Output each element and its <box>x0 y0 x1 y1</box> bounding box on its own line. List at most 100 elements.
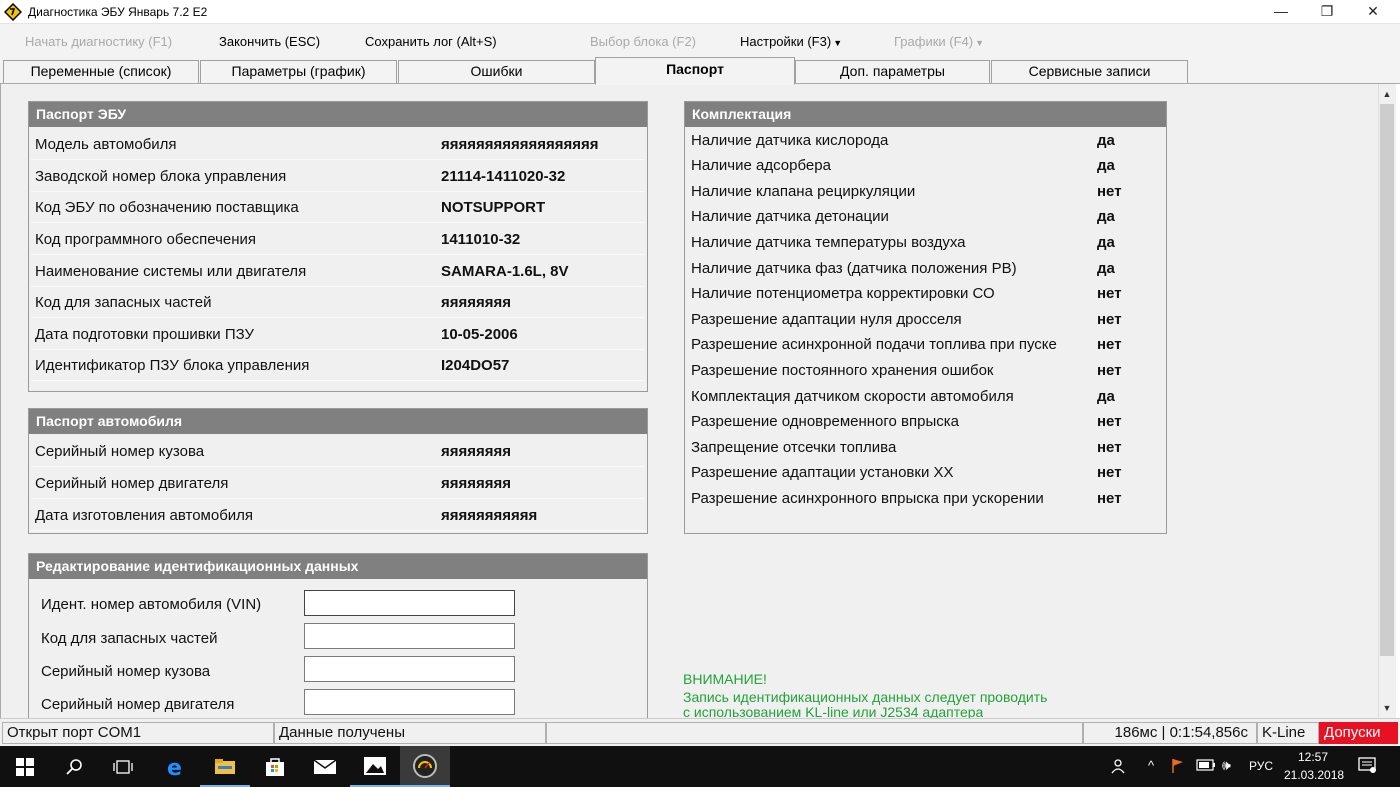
diagnostic-app-icon[interactable] <box>400 746 450 787</box>
close-button[interactable]: ✕ <box>1350 0 1396 24</box>
row-label: Комплектация датчиком скорости автомобил… <box>691 388 1014 405</box>
row-value: да <box>1097 260 1115 277</box>
row-label: Наличие потенциометра корректировки СО <box>691 285 995 302</box>
windows-start-icon[interactable] <box>0 746 50 787</box>
task-view-icon[interactable] <box>98 746 148 787</box>
graphs-menu-label: Графики (F4) <box>894 34 974 49</box>
row-value: SAMARA-1.6L, 8V <box>441 263 569 280</box>
row-label: Заводской номер блока управления <box>35 168 287 185</box>
row-label: Разрешение асинхронного впрыска при уско… <box>691 490 1044 507</box>
row-value: нет <box>1097 464 1122 481</box>
row-value: да <box>1097 208 1115 225</box>
row-value: да <box>1097 157 1115 174</box>
car-row-body-serial: Серийный номер кузова яяяяяяяя <box>31 436 645 467</box>
scrollbar-thumb[interactable] <box>1380 104 1394 656</box>
tab-parameters-graph[interactable]: Параметры (график) <box>200 60 397 83</box>
svg-text:e: e <box>167 756 182 778</box>
action-center-icon[interactable] <box>1358 756 1376 777</box>
tab-errors[interactable]: Ошибки <box>398 60 595 83</box>
warning-text-line2: с использованием KL-line или J2534 адапт… <box>683 704 984 718</box>
show-hidden-icons-chevron-icon[interactable]: ^ <box>1148 758 1154 773</box>
row-value: нет <box>1097 362 1122 379</box>
title-bar <box>0 0 1400 24</box>
start-diagnostics-button[interactable]: Начать диагностику (F1) <box>25 34 172 49</box>
row-value: нет <box>1097 285 1122 302</box>
car-row-engine-serial: Серийный номер двигателя яяяяяяяя <box>31 468 645 499</box>
volume-icon[interactable]: 🕪 <box>1222 757 1231 774</box>
tab-passport[interactable]: Паспорт <box>595 57 795 85</box>
edit-ids-title: Редактирование идентификационных данных <box>29 554 647 579</box>
row-label: Наличие адсорбера <box>691 157 831 174</box>
minimize-button[interactable]: — <box>1258 0 1304 24</box>
mail-icon[interactable] <box>300 746 350 787</box>
settings-menu-label: Настройки (F3) <box>740 34 832 49</box>
scroll-down-arrow-icon[interactable]: ▼ <box>1378 700 1396 716</box>
tab-variables-list[interactable]: Переменные (список) <box>3 60 199 83</box>
restore-button[interactable]: ❐ <box>1304 0 1350 24</box>
save-log-button[interactable]: Сохранить лог (Alt+S) <box>365 34 497 49</box>
dropdown-arrow-icon: ▼ <box>975 38 985 48</box>
clock-date[interactable]: 21.03.2018 <box>1284 768 1344 782</box>
vin-input[interactable] <box>304 590 515 616</box>
status-access[interactable]: Допуски <box>1319 722 1398 744</box>
finish-button[interactable]: Закончить (ESC) <box>219 34 320 49</box>
select-block-button[interactable]: Выбор блока (F2) <box>590 34 696 49</box>
row-value: нет <box>1097 336 1122 353</box>
equipment-row: Разрешение постоянного хранения ошибок не… <box>687 359 1164 385</box>
search-icon[interactable] <box>50 746 100 787</box>
edge-icon[interactable]: e <box>150 746 200 787</box>
warning-flag-icon[interactable] <box>1172 758 1184 777</box>
warning-title: ВНИМАНИЕ! <box>683 671 767 687</box>
spare-parts-code-input[interactable] <box>304 623 515 649</box>
ecu-row-model: Модель автомобиля яяяяяяяяяяяяяяяяяя <box>31 129 645 160</box>
row-label: Серийный номер двигателя <box>35 475 229 492</box>
row-label: Код ЭБУ по обозначению поставщика <box>35 199 299 216</box>
row-value: яяяяяяяяяяяяяяяяяя <box>441 136 599 153</box>
equipment-row: Наличие датчика кислорода да <box>687 129 1164 155</box>
equipment-row: Разрешение одновременного впрыска нет <box>687 410 1164 436</box>
row-value: 21114-1411020-32 <box>441 168 566 185</box>
photos-icon[interactable] <box>350 746 400 787</box>
ecu-row-supplier-code: Код ЭБУ по обозначению поставщика NOTSUPP… <box>31 192 645 223</box>
engine-serial-input[interactable] <box>304 689 515 715</box>
row-value: да <box>1097 132 1115 149</box>
people-icon[interactable] <box>1110 758 1128 777</box>
status-timing: 186мс | 0:1:54,856с <box>1083 722 1257 744</box>
status-protocol: K-Line <box>1257 722 1319 744</box>
status-empty <box>546 722 1083 744</box>
row-label: Разрешение адаптации установки ХХ <box>691 464 954 481</box>
equipment-row: Разрешение адаптации установки ХХ нет <box>687 461 1164 487</box>
settings-menu[interactable]: Настройки (F3) ▼ <box>740 34 842 49</box>
equipment-row: Комплектация датчиком скорости автомобил… <box>687 385 1164 411</box>
window-title: Диагностика ЭБУ Январь 7.2 E2 <box>28 5 208 19</box>
tab-extra-parameters[interactable]: Доп. параметры <box>795 60 990 83</box>
store-icon[interactable] <box>250 746 300 787</box>
row-value: яяяяяяяя <box>441 475 512 492</box>
row-value: яяяяяяяя <box>441 443 512 460</box>
graphs-menu[interactable]: Графики (F4) ▼ <box>894 34 984 49</box>
scroll-up-arrow-icon[interactable]: ▲ <box>1378 86 1396 102</box>
input-language[interactable]: РУС <box>1249 759 1273 773</box>
row-label: Код для запасных частей <box>35 294 212 311</box>
row-label: Наличие датчика фаз (датчика положения Р… <box>691 260 1017 277</box>
equipment-row: Наличие датчика фаз (датчика положения Р… <box>687 257 1164 283</box>
body-serial-input[interactable] <box>304 656 515 682</box>
equipment-row: Наличие клапана рециркуляции нет <box>687 180 1164 206</box>
row-label: Идентификатор ПЗУ блока управления <box>35 357 310 374</box>
row-label: Наличие датчика кислорода <box>691 132 889 149</box>
row-label: Разрешение асинхронной подачи топлива пр… <box>691 336 1057 353</box>
row-label: Разрешение постоянного хранения ошибок <box>691 362 994 379</box>
clock-time[interactable]: 12:57 <box>1298 750 1328 764</box>
row-value: 1411010-32 <box>441 231 521 248</box>
file-explorer-icon[interactable] <box>200 746 250 787</box>
engine-serial-label: Серийный номер двигателя <box>41 696 235 713</box>
row-value: нет <box>1097 439 1122 456</box>
row-label: Код программного обеспечения <box>35 231 257 248</box>
row-label: Разрешение адаптации нуля дросселя <box>691 311 962 328</box>
ecu-passport-title: Паспорт ЭБУ <box>29 102 647 127</box>
row-value: нет <box>1097 311 1122 328</box>
status-data: Данные получены <box>274 722 546 744</box>
row-value: да <box>1097 388 1115 405</box>
battery-icon[interactable] <box>1196 759 1216 774</box>
tab-service-records[interactable]: Сервисные записи <box>991 60 1188 83</box>
